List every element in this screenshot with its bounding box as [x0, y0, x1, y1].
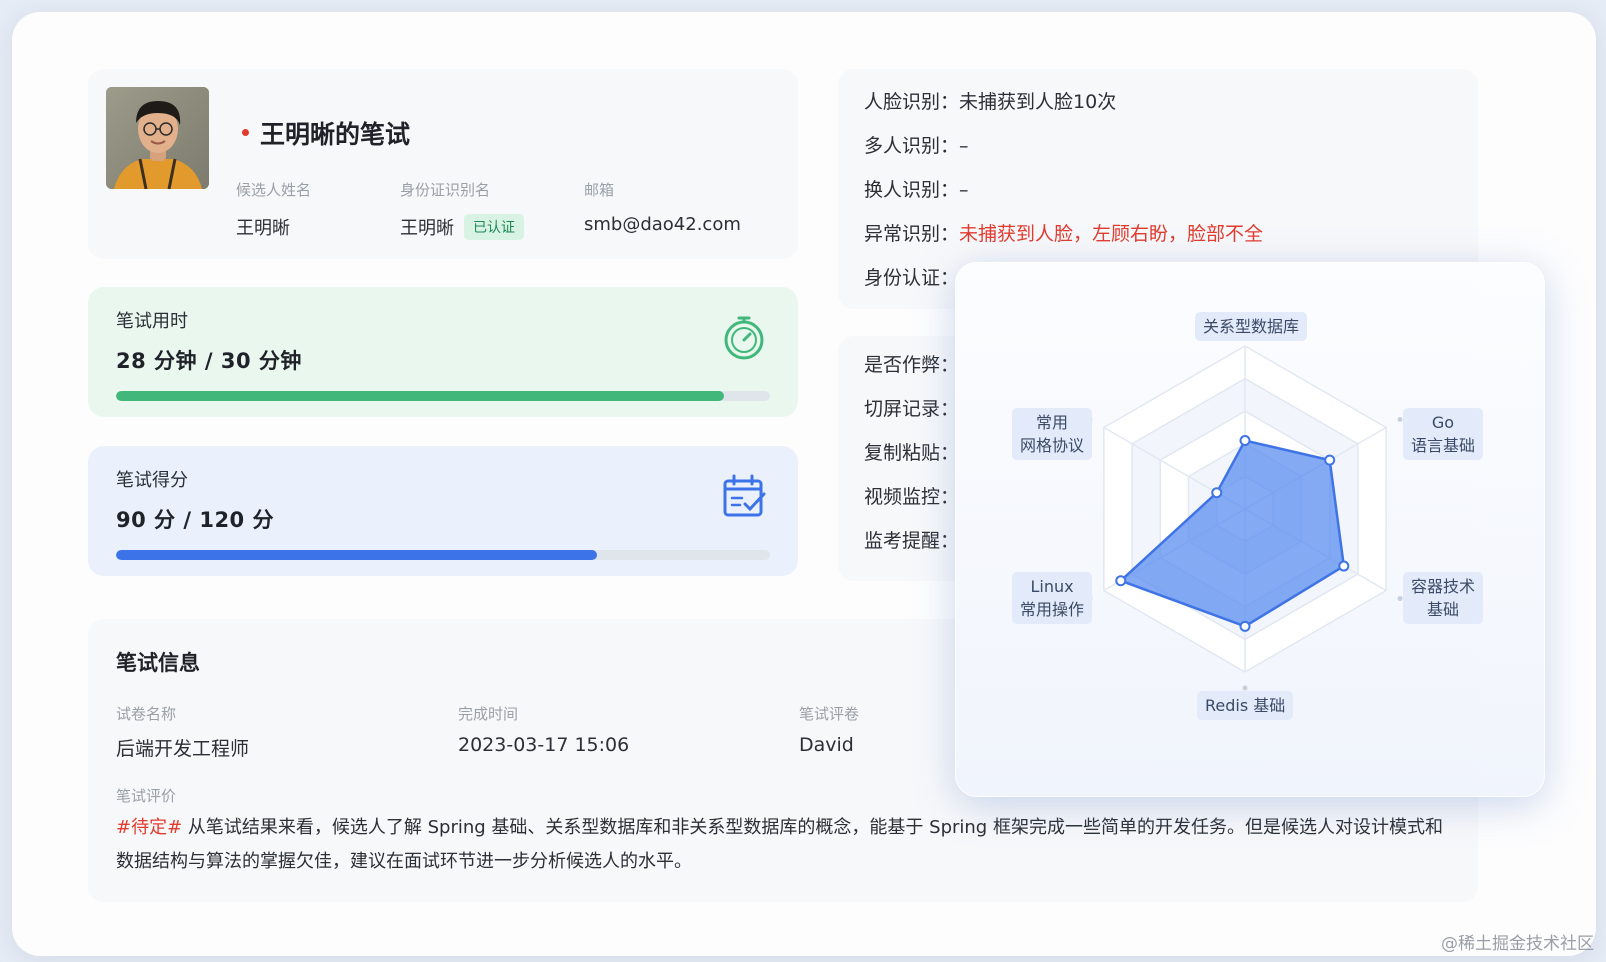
evaluation-text: #待定# 从笔试结果来看，候选人了解 Spring 基础、关系型数据库和非关系型…: [116, 811, 1446, 879]
radar-label-relational-db: 关系型数据库: [1195, 312, 1308, 341]
grader-value: David: [799, 734, 854, 756]
proctor-reminder-label: 监考提醒：: [864, 530, 960, 552]
exam-title: 王明晰的笔试: [260, 120, 411, 149]
id-name-value: 王明晰: [400, 218, 454, 239]
radar-data-point: [1115, 575, 1127, 587]
email-value: smb@dao42.com: [584, 214, 741, 235]
exam-time-progress: [116, 391, 770, 401]
identity-row: 身份认证：: [864, 263, 959, 290]
radar-label-linux-line1: Linux: [1030, 577, 1074, 596]
email-field: 邮箱 smb@dao42.com: [584, 179, 741, 235]
id-name-label: 身份证识别名: [400, 181, 491, 199]
finish-time-field: 完成时间 2023-03-17 15:06: [458, 703, 629, 756]
radar-label-go-line2: 语言基础: [1411, 436, 1476, 455]
radar-label-network-line2: 网格协议: [1020, 436, 1085, 455]
person-swap-row: 换人识别：–: [864, 175, 969, 202]
radar-label-linux: Linux 常用操作: [1012, 572, 1093, 624]
copy-paste-label: 复制粘贴：: [864, 442, 960, 464]
exam-time-card: 笔试用时 28 分钟 / 30 分钟: [88, 287, 798, 417]
id-name-field: 身份证识别名 王明晰 已认证: [400, 179, 524, 240]
exam-time-value: 28 分钟 / 30 分钟: [116, 349, 302, 373]
anomaly-label: 异常识别：: [864, 223, 960, 245]
grader-label: 笔试评卷: [799, 705, 860, 723]
timer-icon: [724, 316, 764, 360]
exam-time-progress-fill: [116, 391, 725, 401]
anomaly-row: 异常识别：未捕获到人脸，左顾右盼，脸部不全: [864, 219, 1263, 246]
radar-label-network: 常用 网格协议: [1012, 408, 1093, 460]
exam-score-progress-fill: [116, 550, 597, 560]
candidate-name-field: 候选人姓名 王明晰: [236, 179, 311, 240]
multi-person-value: –: [959, 135, 969, 157]
title-dot: [242, 129, 249, 136]
radar-axis-dot: [1242, 685, 1248, 691]
radar-label-go-line1: Go: [1431, 413, 1455, 432]
exam-info-title: 笔试信息: [116, 651, 200, 675]
identity-label: 身份认证：: [864, 267, 960, 289]
verified-badge: 已认证: [464, 214, 524, 240]
exam-score-card: 笔试得分 90 分 / 120 分: [88, 446, 798, 576]
radar-data-point: [1324, 454, 1336, 466]
candidate-avatar: [106, 87, 209, 189]
email-label: 邮箱: [584, 181, 615, 199]
radar-label-container-line2: 基础: [1427, 600, 1460, 619]
face-recognition-row: 人脸识别：未捕获到人脸10次: [864, 87, 1116, 114]
paper-field: 试卷名称 后端开发工程师: [116, 703, 249, 761]
multi-person-row: 多人识别：–: [864, 131, 969, 158]
radar-label-linux-line2: 常用操作: [1020, 600, 1085, 619]
radar-label-container: 容器技术 基础: [1403, 572, 1484, 624]
radar-label-redis: Redis 基础: [1197, 691, 1294, 720]
exam-score-value: 90 分 / 120 分: [116, 508, 274, 532]
evaluation-tag: #待定#: [116, 817, 183, 838]
video-monitor-row: 视频监控：: [864, 482, 959, 509]
exam-time-label: 笔试用时: [116, 311, 188, 332]
person-swap-label: 换人识别：: [864, 179, 960, 201]
candidate-name-value: 王明晰: [236, 218, 290, 239]
skills-radar-card: 关系型数据库 Go 语言基础 容器技术 基础 Redis 基础 Linux 常用操作 …: [955, 262, 1545, 797]
exam-score-progress: [116, 550, 770, 560]
calendar-check-icon: [723, 474, 766, 517]
avatar-photo: [106, 87, 209, 189]
radar-data-point: [1211, 487, 1223, 499]
paper-value: 后端开发工程师: [116, 738, 250, 760]
radar-data-point: [1338, 560, 1350, 572]
radar-label-network-line1: 常用: [1036, 413, 1069, 432]
video-monitor-label: 视频监控：: [864, 486, 960, 508]
candidate-name-label: 候选人姓名: [236, 181, 312, 199]
face-recognition-value: 未捕获到人脸10次: [959, 91, 1117, 113]
grader-field: 笔试评卷 David: [799, 703, 859, 756]
radar-label-container-line1: 容器技术: [1411, 577, 1476, 596]
radar-axis-dot: [1397, 596, 1403, 601]
cheating-label: 是否作弊：: [864, 354, 960, 376]
anomaly-value: 未捕获到人脸，左顾右盼，脸部不全: [959, 223, 1264, 245]
radar-data-point: [1239, 435, 1251, 447]
watermark: @稀土掘金技术社区: [1441, 934, 1594, 954]
radar-label-go: Go 语言基础: [1403, 408, 1484, 460]
screen-switch-label: 切屏记录：: [864, 398, 960, 420]
face-recognition-label: 人脸识别：: [864, 91, 960, 113]
person-swap-value: –: [959, 179, 969, 201]
radar-data-point: [1239, 620, 1251, 632]
multi-person-label: 多人识别：: [864, 135, 960, 157]
proctor-reminder-row: 监考提醒：: [864, 526, 959, 553]
evaluation-label: 笔试评价: [116, 787, 177, 805]
candidate-profile-card: 王明晰的笔试 候选人姓名 王明晰 身份证识别名 王明晰 已认证 邮箱 smb@d…: [88, 69, 798, 259]
exam-score-label: 笔试得分: [116, 470, 188, 491]
screen-switch-row: 切屏记录：: [864, 394, 959, 421]
radar-axis-dot: [1397, 417, 1403, 422]
evaluation-body: 从笔试结果来看，候选人了解 Spring 基础、关系型数据库和非关系型数据库的概…: [116, 817, 1443, 872]
finish-time-value: 2023-03-17 15:06: [458, 734, 630, 756]
finish-time-label: 完成时间: [458, 705, 519, 723]
cheating-row: 是否作弊：: [864, 350, 959, 377]
paper-label: 试卷名称: [116, 705, 177, 723]
copy-paste-row: 复制粘贴：: [864, 438, 959, 465]
